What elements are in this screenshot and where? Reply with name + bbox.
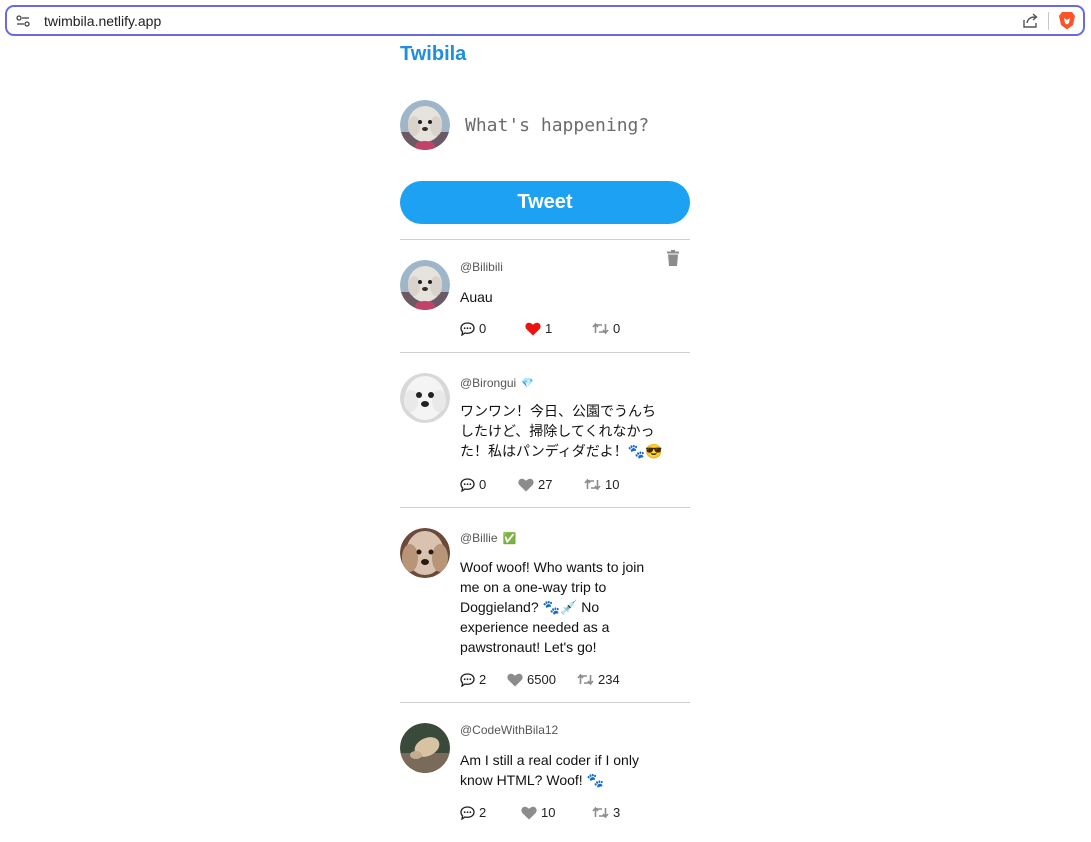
like-count: 1 <box>545 321 553 336</box>
trash-icon[interactable] <box>666 250 680 266</box>
tweet-button[interactable]: Tweet <box>400 181 690 224</box>
reply-count: 2 <box>479 805 487 820</box>
retweet-icon <box>592 322 609 335</box>
comment-icon <box>460 805 475 820</box>
compose-input[interactable] <box>465 111 685 139</box>
retweet-button[interactable]: 234 <box>577 672 620 687</box>
retweet-icon <box>577 673 594 686</box>
brand-logo[interactable]: Twibila <box>400 43 466 66</box>
tweet-text: ワンワン！今日、公園でうんちしたけど、掃除してくれなかった！私はパンディダだよ！… <box>460 403 663 459</box>
retweet-icon <box>592 806 609 819</box>
tweet-item: @CodeWithBila12 Am I still a real coder … <box>400 702 690 842</box>
tweet-actions: 2 10 3 <box>460 805 620 820</box>
retweet-count: 234 <box>598 672 620 687</box>
tweet-actions: 2 6500 234 <box>460 672 620 687</box>
like-count: 10 <box>541 805 556 820</box>
heart-icon <box>525 322 541 335</box>
share-icon[interactable] <box>1021 12 1039 30</box>
comment-icon <box>460 321 475 336</box>
url-text[interactable]: twimbila.netlify.app <box>44 13 161 29</box>
avatar[interactable] <box>400 528 450 578</box>
retweet-icon <box>584 478 601 491</box>
heart-icon <box>521 806 537 819</box>
tweet-text: Auau <box>460 289 493 305</box>
retweet-button[interactable]: 10 <box>584 477 619 492</box>
retweet-count: 3 <box>613 805 621 820</box>
tweet-actions: 0 1 0 <box>460 321 620 336</box>
like-button[interactable]: 1 <box>525 321 592 336</box>
reply-button[interactable]: 0 <box>460 321 525 336</box>
tweet-handle[interactable]: @CodeWithBila12 <box>460 723 558 737</box>
avatar[interactable] <box>400 723 450 773</box>
brave-lion-icon[interactable] <box>1059 11 1075 30</box>
tweet-item: @Billie ✅ Woof woof! Who wants to join m… <box>400 507 690 702</box>
tweet-item: @Birongui 💎 ワンワン！今日、公園でうんちしたけど、掃除してくれなかっ… <box>400 352 690 507</box>
like-count: 6500 <box>527 672 556 687</box>
compose-avatar <box>400 100 450 150</box>
reply-button[interactable]: 2 <box>460 805 521 820</box>
avatar[interactable] <box>400 260 450 310</box>
retweet-button[interactable]: 0 <box>592 321 620 336</box>
like-button[interactable]: 10 <box>521 805 592 820</box>
tweet-text: Am I still a real coder if I only know H… <box>460 752 639 788</box>
like-count: 27 <box>538 477 553 492</box>
reply-count: 0 <box>479 477 487 492</box>
address-bar[interactable]: twimbila.netlify.app <box>5 5 1085 36</box>
retweet-count: 0 <box>613 321 621 336</box>
tweet-handle[interactable]: @Billie ✅ <box>460 531 516 545</box>
like-button[interactable]: 27 <box>518 477 584 492</box>
comment-icon <box>460 672 475 687</box>
heart-icon <box>507 673 523 686</box>
tweet-handle[interactable]: @Bilibili <box>460 260 503 274</box>
tweet-item: @Bilibili Auau 0 1 0 <box>400 239 690 352</box>
like-button[interactable]: 6500 <box>507 672 577 687</box>
avatar[interactable] <box>400 373 450 423</box>
reply-count: 0 <box>479 321 487 336</box>
retweet-count: 10 <box>605 477 620 492</box>
tweet-handle[interactable]: @Birongui 💎 <box>460 376 534 390</box>
retweet-button[interactable]: 3 <box>592 805 620 820</box>
tweet-feed: @Bilibili Auau 0 1 0 @Birongui 💎 ワンワン！今日… <box>400 239 690 842</box>
tune-icon[interactable] <box>16 14 30 28</box>
reply-button[interactable]: 2 <box>460 672 507 687</box>
tweet-actions: 0 27 10 <box>460 477 619 492</box>
reply-count: 2 <box>479 672 487 687</box>
diamond-badge-icon: 💎 <box>521 377 534 389</box>
toolbar-divider <box>1048 12 1049 30</box>
verified-badge-icon: ✅ <box>502 532 517 545</box>
reply-button[interactable]: 0 <box>460 477 518 492</box>
tweet-text: Woof woof! Who wants to join me on a one… <box>460 559 645 655</box>
heart-icon <box>518 478 534 491</box>
comment-icon <box>460 477 475 492</box>
